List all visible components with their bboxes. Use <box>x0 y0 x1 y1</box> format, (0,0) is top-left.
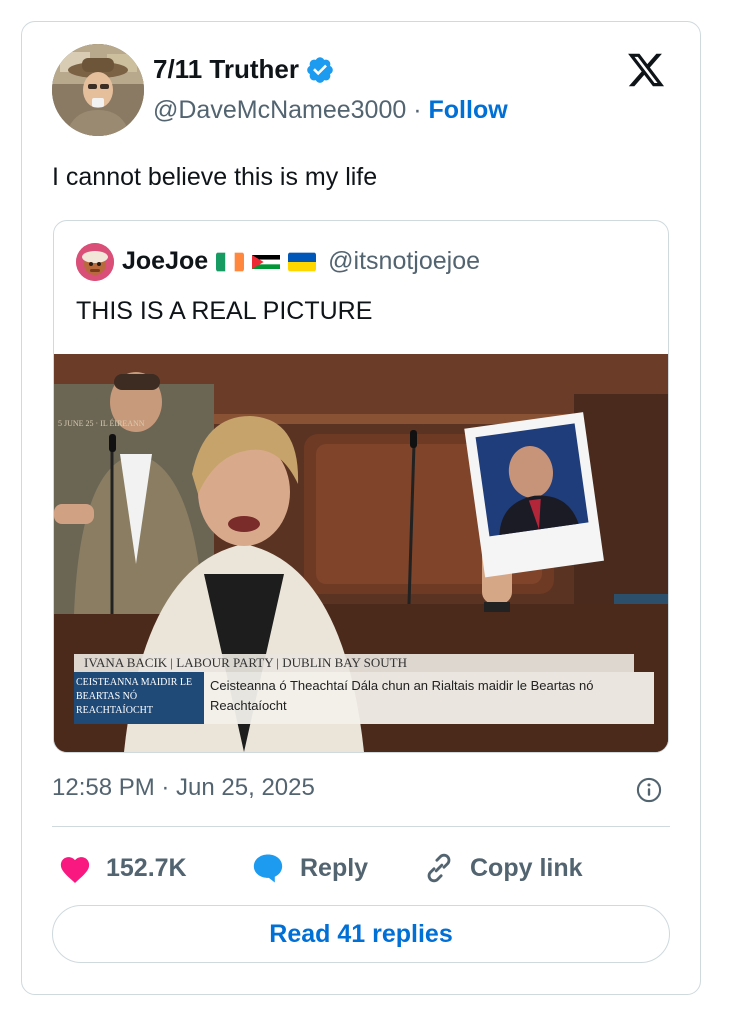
handle-separator: · <box>413 96 422 124</box>
follow-button[interactable]: Follow <box>429 96 508 124</box>
ukraine-flag-icon <box>288 252 317 272</box>
divider <box>52 826 670 827</box>
author-name-row: 7/11 Truther <box>153 54 335 85</box>
info-icon[interactable] <box>635 776 663 804</box>
quote-text: THIS IS A REAL PICTURE <box>76 297 373 325</box>
reply-button[interactable]: Reply <box>250 848 368 888</box>
lower-third-caption: Ceisteanna ó Theachtaí Dála chun an Rial… <box>210 678 594 713</box>
tweet-text: I cannot believe this is my life <box>52 163 378 191</box>
ireland-flag-icon <box>216 252 245 272</box>
corner-text: 5 JUNE 25 · IL ÉIREANN <box>58 418 145 428</box>
quote-name-row: JoeJoe @itsnotjoejoe <box>122 247 480 276</box>
author-display-name[interactable]: 7/11 Truther <box>153 54 299 85</box>
lower-third-name: IVANA BACIK | LABOUR PARTY | DUBLIN BAY … <box>84 655 407 670</box>
copy-link-button[interactable]: Copy link <box>422 848 583 888</box>
lower-third-tag: CEISTEANNA MAIDIR LE BEARTAS NÓ REACHTAÍ… <box>76 677 193 716</box>
tweet-timestamp[interactable]: 12:58 PM · Jun 25, 2025 <box>52 774 315 802</box>
read-replies-button[interactable]: Read 41 replies <box>52 905 670 963</box>
link-icon <box>427 853 451 883</box>
quote-author-avatar[interactable] <box>76 243 114 281</box>
copy-link-label: Copy link <box>470 853 583 882</box>
read-replies-label: Read 41 replies <box>269 919 453 948</box>
action-bar: 152.7K Reply Copy link <box>52 848 670 888</box>
like-count: 152.7K <box>106 853 187 882</box>
author-handle[interactable]: @DaveMcNamee3000 <box>153 96 406 124</box>
palestine-flag-icon <box>252 252 281 272</box>
quote-author-handle[interactable]: @itsnotjoejoe <box>328 247 480 276</box>
author-handle-row: @DaveMcNamee3000 · Follow <box>153 96 508 125</box>
reply-label: Reply <box>300 853 369 882</box>
quote-photo[interactable]: IVANA BACIK | LABOUR PARTY | DUBLIN BAY … <box>54 354 668 752</box>
heart-icon <box>60 857 90 884</box>
quoted-tweet[interactable]: JoeJoe @itsnotjoejoe THIS IS A REAL PICT… <box>53 220 669 753</box>
x-logo-icon[interactable] <box>625 50 667 90</box>
like-button[interactable]: 152.7K <box>58 848 187 888</box>
verified-badge-icon <box>305 55 335 85</box>
reply-bubble-icon <box>253 854 283 883</box>
author-avatar[interactable] <box>52 44 144 136</box>
quote-display-name[interactable]: JoeJoe <box>122 247 208 276</box>
